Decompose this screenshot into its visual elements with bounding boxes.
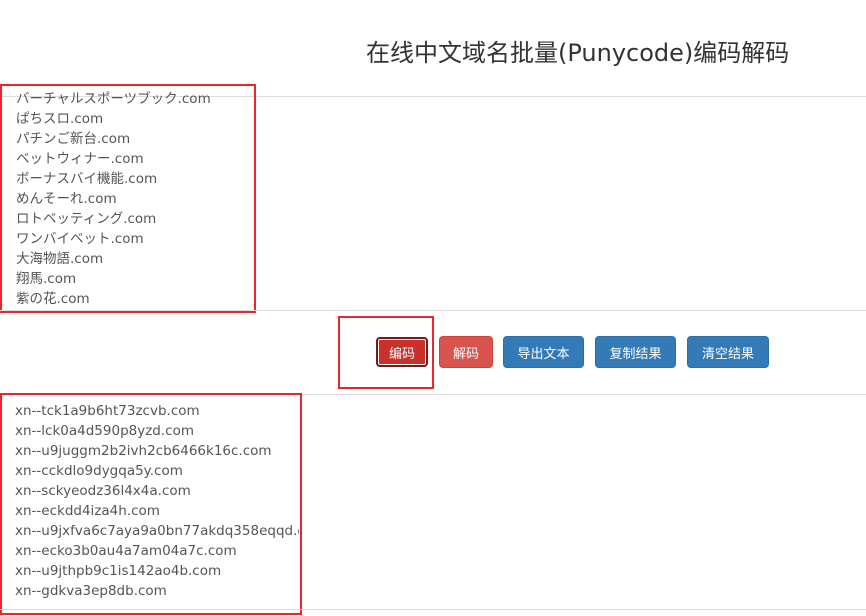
page-title-text: 在线中文域名批量(Punycode)编码解码 bbox=[366, 39, 790, 67]
copy-result-button[interactable]: 复制结果 bbox=[595, 336, 676, 368]
input-highlight-box bbox=[0, 84, 256, 313]
output-highlight-box bbox=[0, 393, 302, 615]
divider bbox=[0, 609, 866, 610]
decode-button[interactable]: 解码 bbox=[439, 336, 493, 368]
clear-result-button[interactable]: 清空结果 bbox=[687, 336, 769, 368]
export-text-button[interactable]: 导出文本 bbox=[503, 336, 584, 368]
divider bbox=[0, 310, 866, 311]
encode-button[interactable]: 编码 bbox=[376, 337, 428, 367]
